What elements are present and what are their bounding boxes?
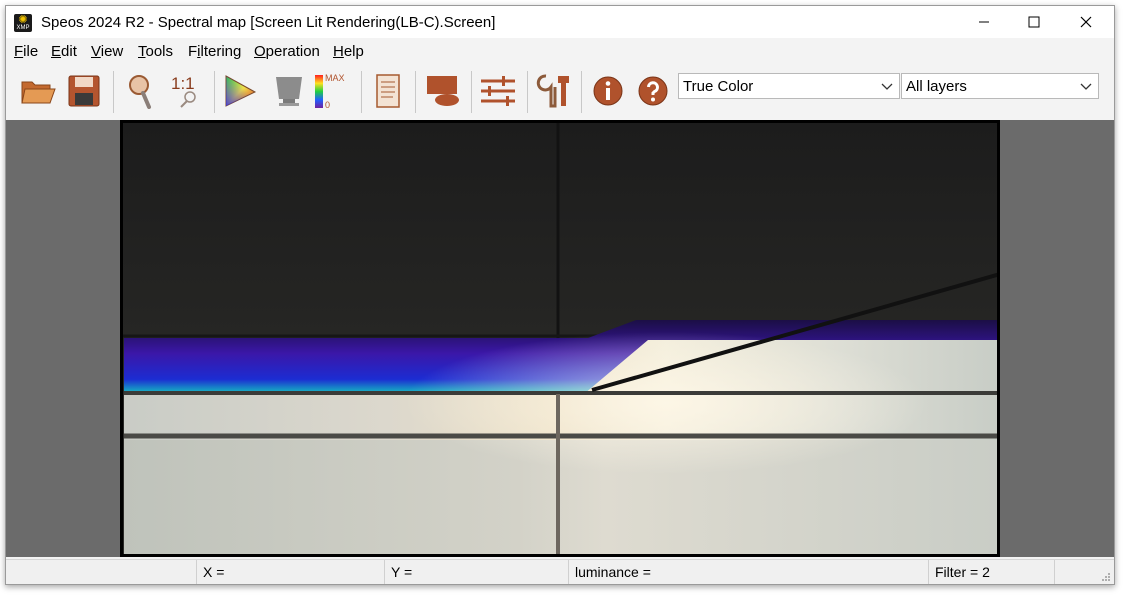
- close-button[interactable]: [1060, 6, 1112, 38]
- title-bar: ✺ XMP Speos 2024 R2 - Spectral map [Scre…: [6, 6, 1114, 38]
- minimize-icon: [979, 21, 989, 23]
- menu-file[interactable]: File: [14, 43, 38, 60]
- save-button[interactable]: [64, 71, 104, 111]
- window-title: Speos 2024 R2 - Spectral map [Screen Lit…: [41, 14, 496, 31]
- settings-sliders-button[interactable]: [478, 71, 518, 111]
- menu-view[interactable]: View: [91, 43, 123, 60]
- help-button[interactable]: [633, 71, 673, 111]
- status-luminance: luminance =: [568, 560, 928, 584]
- menu-help[interactable]: Help: [333, 43, 364, 60]
- status-bar: X = Y = luminance = Filter = 2: [6, 559, 1114, 584]
- toolbar-separator: [527, 71, 528, 113]
- svg-text:MAX: MAX: [325, 73, 345, 83]
- app-logo-icon: ✺ XMP: [14, 14, 32, 32]
- menu-edit[interactable]: Edit: [51, 43, 77, 60]
- toolbar: 1:1 MAX 0 True Color All layers: [6, 65, 1114, 119]
- zoom-1-1-button[interactable]: 1:1: [166, 71, 206, 111]
- display-icon: [276, 77, 302, 106]
- toolbar-separator: [471, 71, 472, 113]
- menu-operation[interactable]: Operation: [254, 43, 320, 60]
- color-mode-value: True Color: [683, 78, 754, 95]
- tools-icon: [536, 74, 569, 108]
- help-icon: [638, 76, 668, 106]
- maximize-icon: [1028, 16, 1040, 28]
- toolbar-separator: [415, 71, 416, 113]
- color-mode-select[interactable]: True Color: [678, 73, 900, 99]
- sliders-icon: [481, 76, 515, 106]
- open-folder-icon: [21, 81, 56, 104]
- toolbar-separator: [113, 71, 114, 113]
- tools-button[interactable]: [534, 71, 574, 111]
- svg-text:1:1: 1:1: [171, 74, 195, 93]
- status-filter: Filter = 2: [928, 560, 1054, 584]
- color-scale-button[interactable]: MAX 0: [312, 71, 352, 111]
- menu-bar: File Edit View Tools Filtering Operation…: [6, 38, 1114, 65]
- magnifier-icon: [129, 75, 151, 109]
- spectral-map-render: [120, 120, 1001, 557]
- open-button[interactable]: [18, 71, 58, 111]
- display-button[interactable]: [268, 71, 308, 111]
- info-icon: [593, 76, 623, 106]
- save-icon: [68, 75, 100, 107]
- minimize-button[interactable]: [958, 6, 1010, 38]
- menu-filtering[interactable]: Filtering: [188, 43, 241, 60]
- layer-select[interactable]: All layers: [901, 73, 1099, 99]
- app-window: ✺ XMP Speos 2024 R2 - Spectral map [Scre…: [5, 5, 1115, 585]
- svg-text:0: 0: [325, 100, 330, 110]
- info-button[interactable]: [588, 71, 628, 111]
- chevron-down-icon: [881, 83, 893, 90]
- zoom-button[interactable]: [120, 71, 160, 111]
- color-space-button[interactable]: [220, 71, 260, 111]
- document-icon: [376, 74, 400, 108]
- map-viewport[interactable]: [6, 120, 1114, 557]
- chevron-down-icon: [1080, 83, 1092, 90]
- maximize-button[interactable]: [1008, 6, 1060, 38]
- spectral-map-image[interactable]: [120, 120, 1001, 557]
- resize-grip-icon[interactable]: [1101, 572, 1111, 582]
- color-triangle-icon: [225, 75, 257, 107]
- toolbar-separator: [214, 71, 215, 113]
- close-icon: [1080, 16, 1092, 28]
- toolbar-separator: [581, 71, 582, 113]
- color-scale-icon: MAX 0: [315, 73, 345, 110]
- menu-tools[interactable]: Tools: [138, 43, 173, 60]
- status-y: Y =: [384, 560, 568, 584]
- layer-shape-button[interactable]: [422, 71, 462, 111]
- zoom-1-1-icon: 1:1: [171, 74, 196, 108]
- status-x: X =: [196, 560, 384, 584]
- layer-value: All layers: [906, 78, 967, 95]
- report-button[interactable]: [368, 71, 408, 111]
- toolbar-separator: [361, 71, 362, 113]
- layer-shape-icon: [427, 76, 459, 106]
